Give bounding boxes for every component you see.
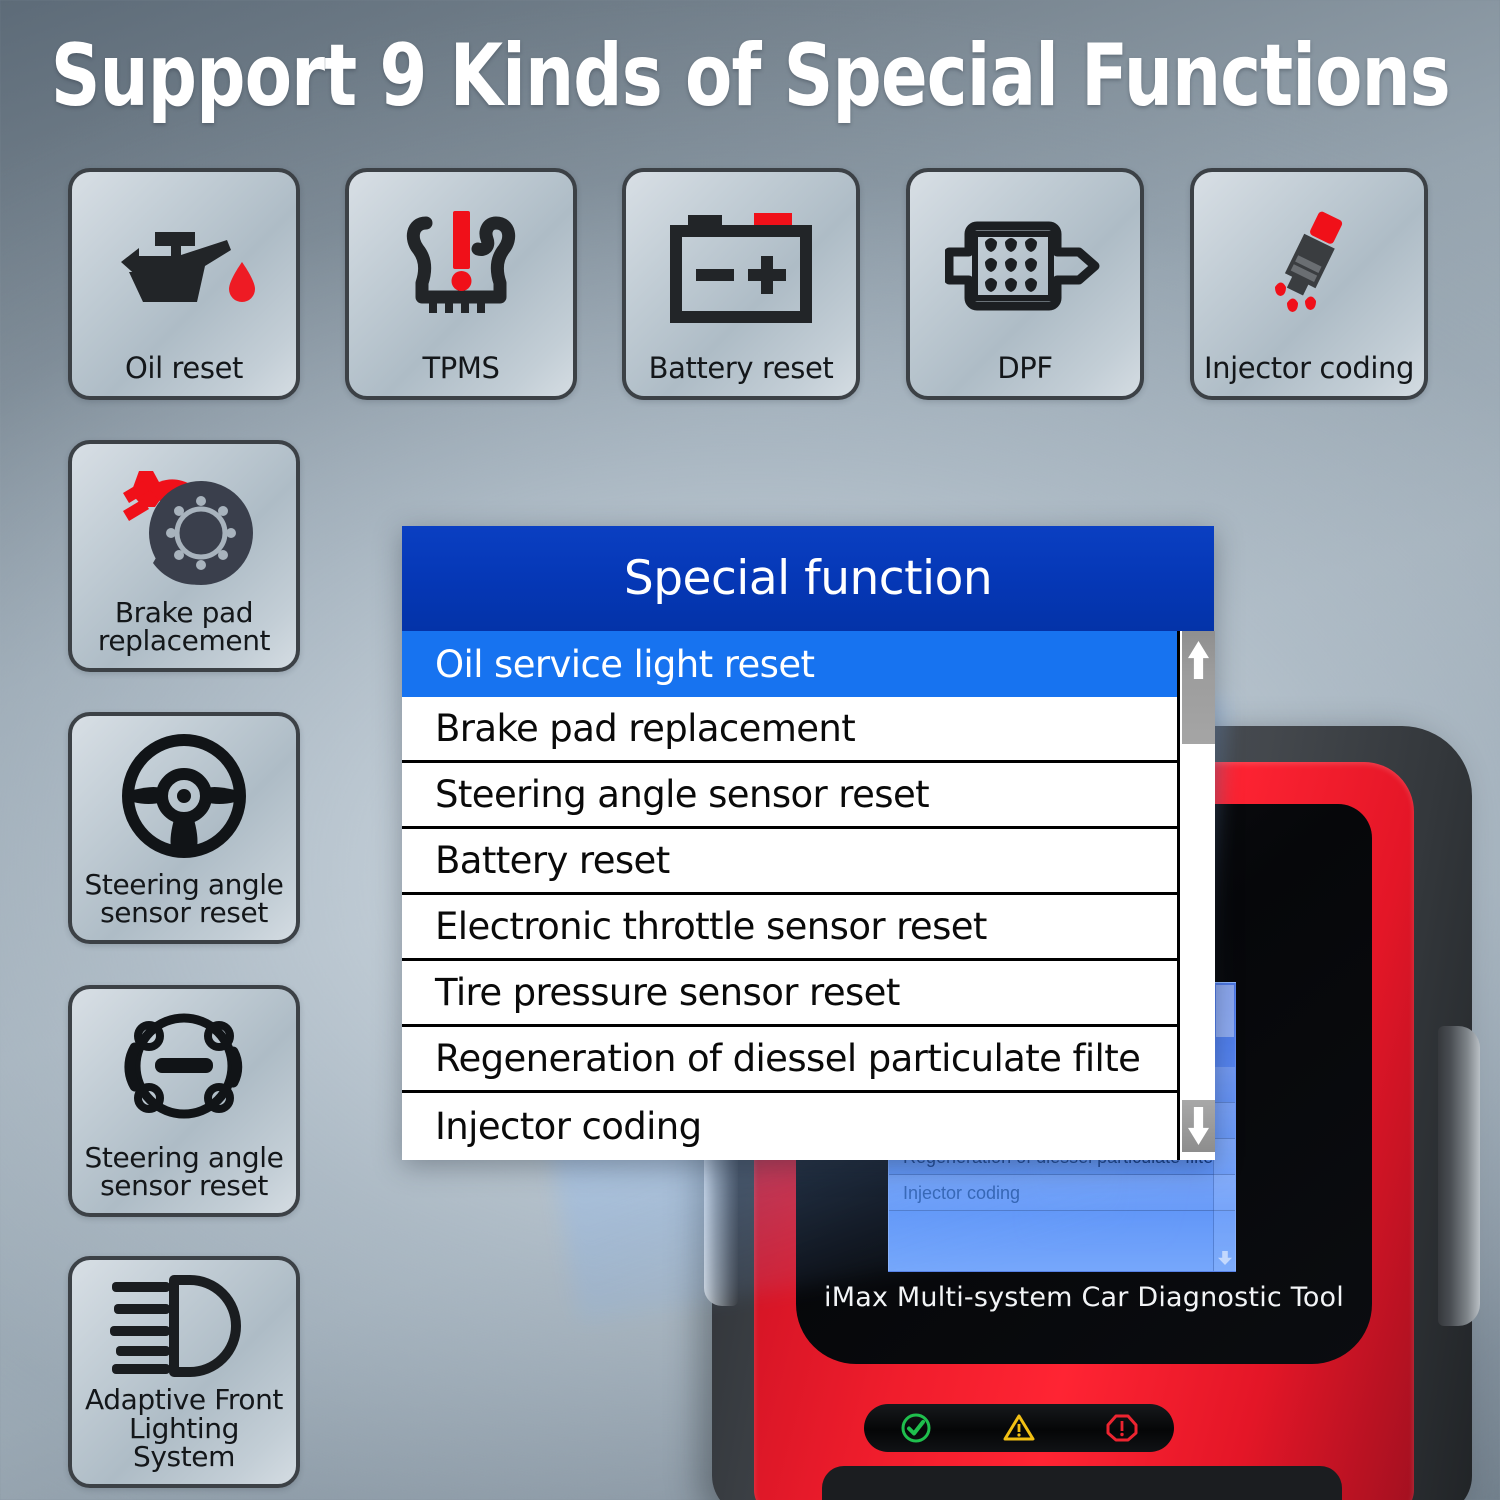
device-led-bar xyxy=(864,1404,1174,1452)
arrow-down-icon[interactable] xyxy=(1182,1100,1215,1152)
device-screen-row: Injector coding xyxy=(889,1175,1235,1211)
special-function-list: Oil service light reset Brake pad replac… xyxy=(402,631,1177,1160)
feature-card-injector-coding[interactable]: Injector coding xyxy=(1190,168,1428,400)
oil-can-icon xyxy=(72,172,296,354)
page-title: Support 9 Kinds of Special Functions xyxy=(50,26,1450,126)
dialog-title: Special function xyxy=(623,551,993,606)
status-ok-led xyxy=(901,1413,931,1443)
list-item[interactable]: Regeneration of diessel particulate filt… xyxy=(402,1027,1177,1093)
dialog-scrollbar[interactable] xyxy=(1177,631,1215,1160)
battery-icon xyxy=(626,172,856,354)
feature-card-tpms[interactable]: TPMS xyxy=(345,168,577,400)
headlight-beam-icon xyxy=(72,1260,296,1386)
feature-card-label: Steering angle sensor reset xyxy=(84,867,284,930)
special-function-dialog: Special function Oil service light reset… xyxy=(402,526,1215,1160)
device-lower-panel xyxy=(822,1466,1342,1500)
arrow-down-icon xyxy=(1218,1251,1232,1265)
list-item[interactable]: Electronic throttle sensor reset xyxy=(402,895,1177,961)
list-item[interactable]: Oil service light reset xyxy=(402,631,1177,697)
list-item[interactable]: Injector coding xyxy=(402,1093,1177,1159)
feature-card-label: Brake pad replacement xyxy=(97,595,271,658)
feature-card-adaptive-front-lighting[interactable]: Adaptive Front Lighting System xyxy=(68,1256,300,1488)
list-item[interactable]: Tire pressure sensor reset xyxy=(402,961,1177,1027)
dialog-body: Oil service light reset Brake pad replac… xyxy=(402,631,1215,1160)
status-warning-led xyxy=(1003,1414,1035,1441)
feature-card-label: Adaptive Front Lighting System xyxy=(84,1383,284,1474)
device-brand-label: iMax Multi-system Car Diagnostic Tool xyxy=(824,1282,1344,1313)
feature-card-steering-angle-sensor-reset[interactable]: Steering angle sensor reset xyxy=(68,712,300,944)
list-item[interactable]: Brake pad replacement xyxy=(402,697,1177,763)
feature-card-label: Steering angle sensor reset xyxy=(84,1140,284,1203)
feature-card-label: TPMS xyxy=(422,351,500,386)
arrow-up-icon[interactable] xyxy=(1182,631,1215,744)
steering-wheel-icon xyxy=(72,716,296,871)
feature-card-battery-reset[interactable]: Battery reset xyxy=(622,168,860,400)
feature-card-label: Injector coding xyxy=(1204,351,1414,386)
feature-card-oil-reset[interactable]: Oil reset xyxy=(68,168,300,400)
feature-card-dpf[interactable]: DPF xyxy=(906,168,1144,400)
throttle-body-icon xyxy=(72,989,296,1144)
dpf-filter-icon xyxy=(910,172,1140,354)
device-screen-scrollbar xyxy=(1213,983,1235,1271)
tpms-tire-icon xyxy=(349,172,573,354)
feature-card-label: Oil reset xyxy=(124,351,243,386)
status-error-led xyxy=(1106,1414,1138,1442)
feature-card-brake-pad-replacement[interactable]: Brake pad replacement xyxy=(68,440,300,672)
device-right-grip xyxy=(1438,1026,1480,1326)
list-item[interactable]: Steering angle sensor reset xyxy=(402,763,1177,829)
feature-card-label: Battery reset xyxy=(648,351,834,386)
list-item[interactable]: Battery reset xyxy=(402,829,1177,895)
fuel-injector-icon xyxy=(1194,172,1424,354)
device-scrollbar-thumb xyxy=(1216,985,1234,1037)
feature-card-throttle-sensor-reset[interactable]: Steering angle sensor reset xyxy=(68,985,300,1217)
feature-card-label: DPF xyxy=(997,351,1053,386)
brake-disc-icon xyxy=(72,444,296,599)
dialog-header: Special function xyxy=(402,526,1214,631)
page-title-bar: Support 9 Kinds of Special Functions xyxy=(0,26,1500,126)
